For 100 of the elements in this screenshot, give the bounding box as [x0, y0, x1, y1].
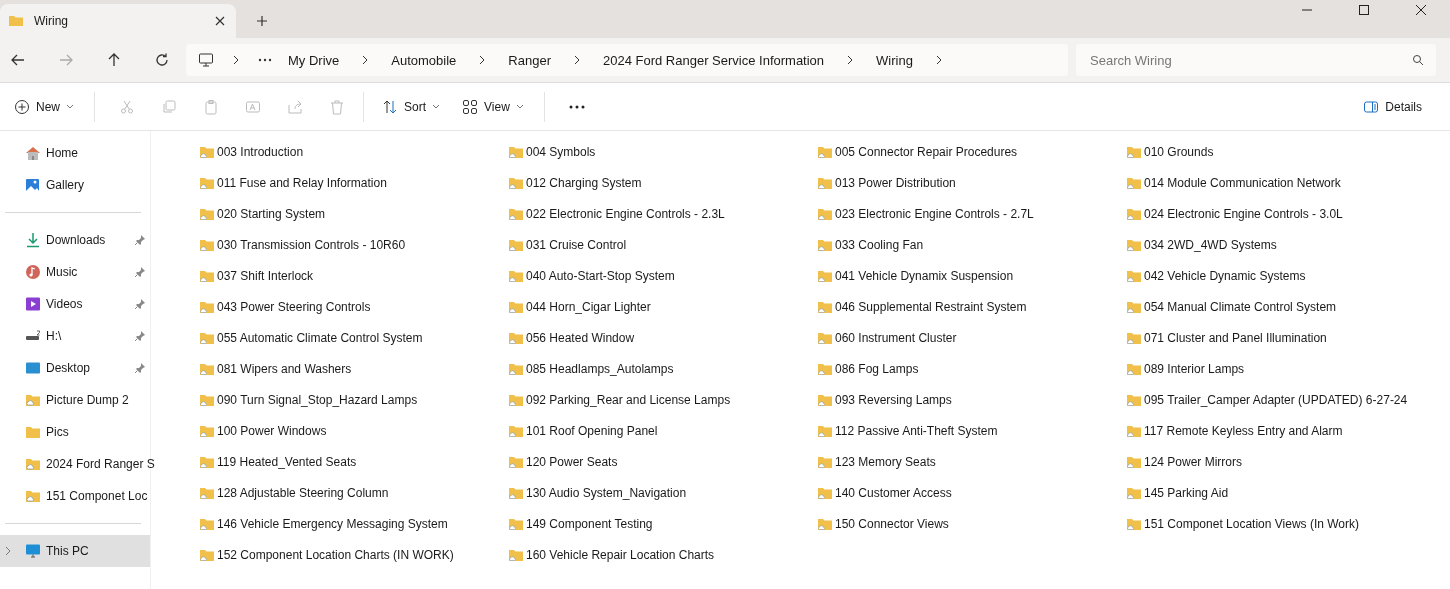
sidebar-item[interactable]: Videos [0, 288, 150, 320]
sidebar-item[interactable]: Desktop [0, 352, 150, 384]
folder-item[interactable]: 023 Electronic Engine Controls - 2.7L [817, 198, 1126, 229]
folder-item[interactable]: 160 Vehicle Repair Location Charts [508, 539, 817, 570]
folder-item[interactable]: 060 Instrument Cluster [817, 322, 1126, 353]
plus-circle-icon [14, 98, 30, 115]
folder-item[interactable]: 037 Shift Interlock [199, 260, 508, 291]
sidebar-item[interactable]: This PC [0, 535, 150, 567]
folder-item[interactable]: 095 Trailer_Camper Adapter (UPDATED) 6-27-24 [1126, 384, 1435, 415]
close-icon[interactable] [1415, 4, 1427, 16]
folder-item[interactable]: 140 Customer Access [817, 477, 1126, 508]
more-icon[interactable] [258, 58, 272, 62]
chevron-icon[interactable] [361, 54, 370, 66]
folder-item[interactable]: 101 Roof Opening Panel [508, 415, 817, 446]
folder-item[interactable]: 151 Componet Location Views (In Work) [1126, 508, 1435, 539]
breadcrumb[interactable]: Automobile [387, 52, 461, 68]
folder-item[interactable]: 011 Fuse and Relay Information [199, 167, 508, 198]
folder-item[interactable]: 046 Supplemental Restraint System [817, 291, 1126, 322]
chevron-icon[interactable] [934, 54, 943, 66]
folder-item[interactable]: 145 Parking Aid [1126, 477, 1435, 508]
folder-item[interactable]: 092 Parking_Rear and License Lamps [508, 384, 817, 415]
pin-icon[interactable] [134, 298, 146, 310]
folder-item[interactable]: 089 Interior Lamps [1126, 353, 1435, 384]
chevron-icon[interactable] [232, 54, 240, 66]
folder-item[interactable]: 004 Symbols [508, 136, 817, 167]
folder-item[interactable]: 030 Transmission Controls - 10R60 [199, 229, 508, 260]
folder-item[interactable]: 034 2WD_4WD Systems [1126, 229, 1435, 260]
folder-item[interactable]: 085 Headlamps_Autolamps [508, 353, 817, 384]
folder-item[interactable]: 005 Connector Repair Procedures [817, 136, 1126, 167]
folder-item[interactable]: 112 Passive Anti-Theft System [817, 415, 1126, 446]
folder-item[interactable]: 117 Remote Keyless Entry and Alarm [1126, 415, 1435, 446]
folder-item[interactable]: 012 Charging System [508, 167, 817, 198]
folder-item[interactable]: 014 Module Communication Network [1126, 167, 1435, 198]
breadcrumb[interactable]: 2024 Ford Ranger Service Information [598, 52, 829, 68]
folder-item[interactable]: 022 Electronic Engine Controls - 2.3L [508, 198, 817, 229]
sidebar-item[interactable]: Picture Dump 2 [0, 384, 150, 416]
folder-item[interactable]: 024 Electronic Engine Controls - 3.0L [1126, 198, 1435, 229]
folder-item[interactable]: 150 Connector Views [817, 508, 1126, 539]
folder-item[interactable]: 071 Cluster and Panel Illumination [1126, 322, 1435, 353]
folder-item[interactable]: 013 Power Distribution [817, 167, 1126, 198]
pin-icon[interactable] [134, 266, 146, 278]
details-button[interactable]: Details [1357, 94, 1428, 119]
close-icon[interactable] [214, 15, 226, 27]
view-button[interactable]: View [456, 94, 530, 119]
breadcrumb[interactable]: Ranger [504, 52, 555, 68]
folder-item[interactable]: 041 Vehicle Dynamix Suspension [817, 260, 1126, 291]
folder-item[interactable]: 120 Power Seats [508, 446, 817, 477]
up-icon[interactable] [106, 52, 122, 68]
folder-item[interactable]: 042 Vehicle Dynamic Systems [1126, 260, 1435, 291]
folder-item[interactable]: 056 Heated Window [508, 322, 817, 353]
sidebar-item[interactable]: H:\ [0, 320, 150, 352]
folder-item[interactable]: 130 Audio System_Navigation [508, 477, 817, 508]
more-icon[interactable] [568, 104, 585, 109]
folder-item[interactable]: 124 Power Mirrors [1126, 446, 1435, 477]
search-field[interactable]: Search Wiring [1076, 44, 1436, 76]
folder-item[interactable]: 123 Memory Seats [817, 446, 1126, 477]
tab-title: Wiring [34, 14, 69, 28]
refresh-icon[interactable] [154, 52, 170, 68]
folder-item[interactable]: 054 Manual Climate Control System [1126, 291, 1435, 322]
sidebar-item[interactable]: Downloads [0, 224, 150, 256]
pin-icon[interactable] [134, 330, 146, 342]
chevron-icon[interactable] [478, 54, 487, 66]
chevron-icon[interactable] [846, 54, 855, 66]
folder-item[interactable]: 043 Power Steering Controls [199, 291, 508, 322]
window-tab[interactable]: Wiring [0, 4, 236, 38]
sidebar-item[interactable]: Gallery [0, 169, 150, 201]
chevron-icon[interactable] [572, 54, 581, 66]
folder-item[interactable]: 081 Wipers and Washers [199, 353, 508, 384]
sidebar-item[interactable]: 151 Componet Loc [0, 480, 150, 512]
new-tab-icon[interactable] [256, 15, 268, 27]
monitor-icon [198, 52, 214, 68]
folder-item[interactable]: 128 Adjustable Steering Column [199, 477, 508, 508]
new-button[interactable]: New [8, 94, 80, 119]
maximize-icon[interactable] [1358, 4, 1370, 16]
sort-button[interactable]: Sort [376, 94, 447, 119]
folder-item[interactable]: 010 Grounds [1126, 136, 1435, 167]
folder-item[interactable]: 146 Vehicle Emergency Messaging System [199, 508, 508, 539]
breadcrumb[interactable]: Wiring [872, 52, 917, 68]
folder-item[interactable]: 031 Cruise Control [508, 229, 817, 260]
folder-item[interactable]: 020 Starting System [199, 198, 508, 229]
folder-item[interactable]: 100 Power Windows [199, 415, 508, 446]
folder-item[interactable]: 040 Auto-Start-Stop System [508, 260, 817, 291]
folder-item[interactable]: 093 Reversing Lamps [817, 384, 1126, 415]
folder-item[interactable]: 086 Fog Lamps [817, 353, 1126, 384]
folder-item[interactable]: 044 Horn_Cigar Lighter [508, 291, 817, 322]
folder-item[interactable]: 003 Introduction [199, 136, 508, 167]
folder-item[interactable]: 119 Heated_Vented Seats [199, 446, 508, 477]
folder-item[interactable]: 055 Automatic Climate Control System [199, 322, 508, 353]
sidebar-item[interactable]: Music [0, 256, 150, 288]
folder-item[interactable]: 152 Component Location Charts (IN WORK) [199, 539, 508, 570]
folder-item[interactable]: 149 Component Testing [508, 508, 817, 539]
breadcrumb[interactable]: My Drive [284, 52, 344, 68]
pin-icon[interactable] [134, 234, 146, 246]
address-bar[interactable]: My Drive Automobile Ranger 2024 Ford Ranger Service Information Wiring [186, 44, 1068, 76]
sidebar-item[interactable]: Home [0, 137, 150, 169]
folder-item[interactable]: 033 Cooling Fan [817, 229, 1126, 260]
back-icon[interactable] [10, 52, 26, 68]
pin-icon[interactable] [134, 362, 146, 374]
folder-item[interactable]: 090 Turn Signal_Stop_Hazard Lamps [199, 384, 508, 415]
sidebar-item[interactable]: Pics [0, 416, 150, 448]
